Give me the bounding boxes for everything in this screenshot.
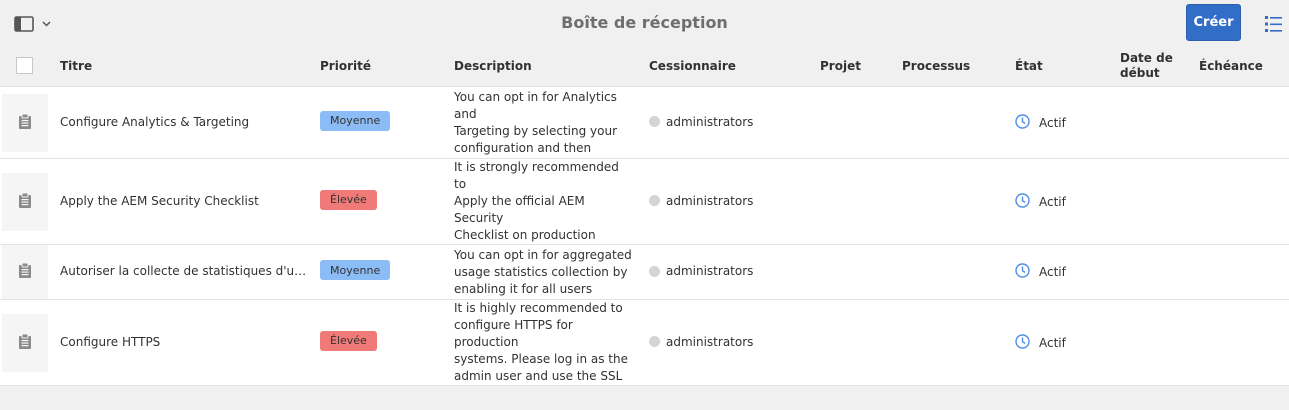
- description-line: Apply the official AEM Security: [454, 194, 585, 225]
- description-line: admin user and use the SSL: [454, 369, 623, 383]
- column-header-project[interactable]: Projet: [820, 46, 861, 86]
- assignee: administrators: [649, 264, 753, 278]
- description-line: usage statistics collection by: [454, 264, 628, 279]
- priority-badge: Moyenne: [320, 110, 391, 131]
- list-view-icon: [1265, 16, 1282, 32]
- user-avatar-icon: [649, 116, 660, 127]
- assignee-name: administrators: [666, 264, 754, 278]
- assignee: administrators: [649, 194, 753, 208]
- column-header-description[interactable]: Description: [454, 46, 532, 86]
- table-header: Titre Priorité Description Cessionnaire …: [0, 46, 1289, 87]
- assignee-name: administrators: [666, 334, 754, 349]
- description-line: It is highly recommended to: [454, 301, 623, 315]
- description-line: enabling it for all users: [454, 281, 593, 296]
- user-avatar-icon: [649, 336, 660, 347]
- priority-badge: Moyenne: [320, 260, 391, 280]
- task-thumbnail[interactable]: [2, 245, 48, 299]
- create-button[interactable]: Créer: [1186, 4, 1241, 41]
- task-thumbnail[interactable]: [2, 172, 48, 231]
- column-header-workflow[interactable]: Processus: [902, 46, 970, 86]
- description-line: It is strongly recommended to: [454, 160, 619, 191]
- description-line: configuration and then adding it: [454, 140, 592, 159]
- task-title[interactable]: Configure Analytics & Targeting: [60, 115, 310, 129]
- table-row[interactable]: Apply the AEM Security Checklist Élevée …: [0, 159, 1289, 245]
- description-line: systems. Please log in as the: [454, 352, 628, 366]
- clock-icon: [1015, 263, 1039, 281]
- task-description: It is highly recommended to configure HTT…: [454, 300, 634, 386]
- column-header-due-date[interactable]: Échéance: [1199, 46, 1263, 86]
- description-line: You can opt in for Analytics and: [454, 89, 617, 121]
- status: Actif: [1015, 113, 1066, 132]
- status: Actif: [1015, 333, 1066, 352]
- select-all-checkbox[interactable]: [16, 57, 33, 74]
- priority-badge: Élevée: [320, 189, 377, 210]
- table-row[interactable]: Autoriser la collecte de statistiques d'…: [0, 245, 1289, 300]
- priority-badge: Élevée: [320, 330, 377, 351]
- table-row[interactable]: Configure Analytics & Targeting Moyenne …: [0, 87, 1289, 159]
- assignee: administrators: [649, 335, 753, 349]
- clock-icon: [1015, 113, 1039, 132]
- column-header-start-date[interactable]: Date de début: [1120, 46, 1173, 86]
- column-header-assignee[interactable]: Cessionnaire: [649, 46, 736, 86]
- column-header-status[interactable]: État: [1015, 46, 1043, 86]
- clipboard-icon: [18, 262, 32, 282]
- status-label: Actif: [1039, 265, 1066, 279]
- top-bar: Boîte de réception Créer: [0, 0, 1289, 46]
- status-label: Actif: [1039, 194, 1066, 209]
- assignee: administrators: [649, 115, 753, 129]
- page-title: Boîte de réception: [561, 13, 728, 32]
- clipboard-icon: [18, 333, 32, 353]
- task-title[interactable]: Autoriser la collecte de statistiques d'…: [60, 264, 310, 278]
- status: Actif: [1015, 263, 1066, 281]
- task-description: It is strongly recommended to Apply the o…: [454, 159, 634, 244]
- task-thumbnail[interactable]: [2, 313, 48, 372]
- task-title[interactable]: Configure HTTPS: [60, 335, 310, 349]
- status-label: Actif: [1039, 335, 1066, 350]
- view-switcher-button[interactable]: [1264, 14, 1284, 34]
- task-title[interactable]: Apply the AEM Security Checklist: [60, 194, 310, 208]
- status-label: Actif: [1039, 115, 1066, 130]
- task-thumbnail[interactable]: [2, 93, 48, 152]
- column-header-priority[interactable]: Priorité: [320, 46, 371, 86]
- description-line: Targeting by selecting your: [454, 123, 618, 138]
- task-description: You can opt in for Analytics and Targetin…: [454, 89, 634, 159]
- column-header-start-date-line1: Date de: [1120, 51, 1173, 65]
- clipboard-icon: [18, 113, 32, 133]
- column-header-title[interactable]: Titre: [60, 46, 92, 86]
- description-line: Checklist on production systems.: [454, 228, 596, 242]
- clock-icon: [1015, 333, 1039, 352]
- table-row[interactable]: Configure HTTPS Élevée It is highly reco…: [0, 300, 1289, 386]
- inbox-table: Titre Priorité Description Cessionnaire …: [0, 46, 1289, 386]
- user-avatar-icon: [649, 195, 660, 206]
- user-avatar-icon: [649, 265, 660, 277]
- table-body: Configure Analytics & Targeting Moyenne …: [0, 87, 1289, 386]
- description-line: Configuration Wizard to: [454, 385, 634, 386]
- clipboard-icon: [18, 192, 32, 212]
- task-description: You can opt in for aggregated usage stati…: [454, 247, 634, 298]
- status: Actif: [1015, 192, 1066, 211]
- clock-icon: [1015, 192, 1039, 211]
- description-line: You can opt in for aggregated: [454, 247, 632, 262]
- column-header-start-date-line2: début: [1120, 66, 1160, 80]
- assignee-name: administrators: [666, 114, 754, 129]
- assignee-name: administrators: [666, 193, 754, 208]
- description-line: configure HTTPS for production: [454, 318, 573, 349]
